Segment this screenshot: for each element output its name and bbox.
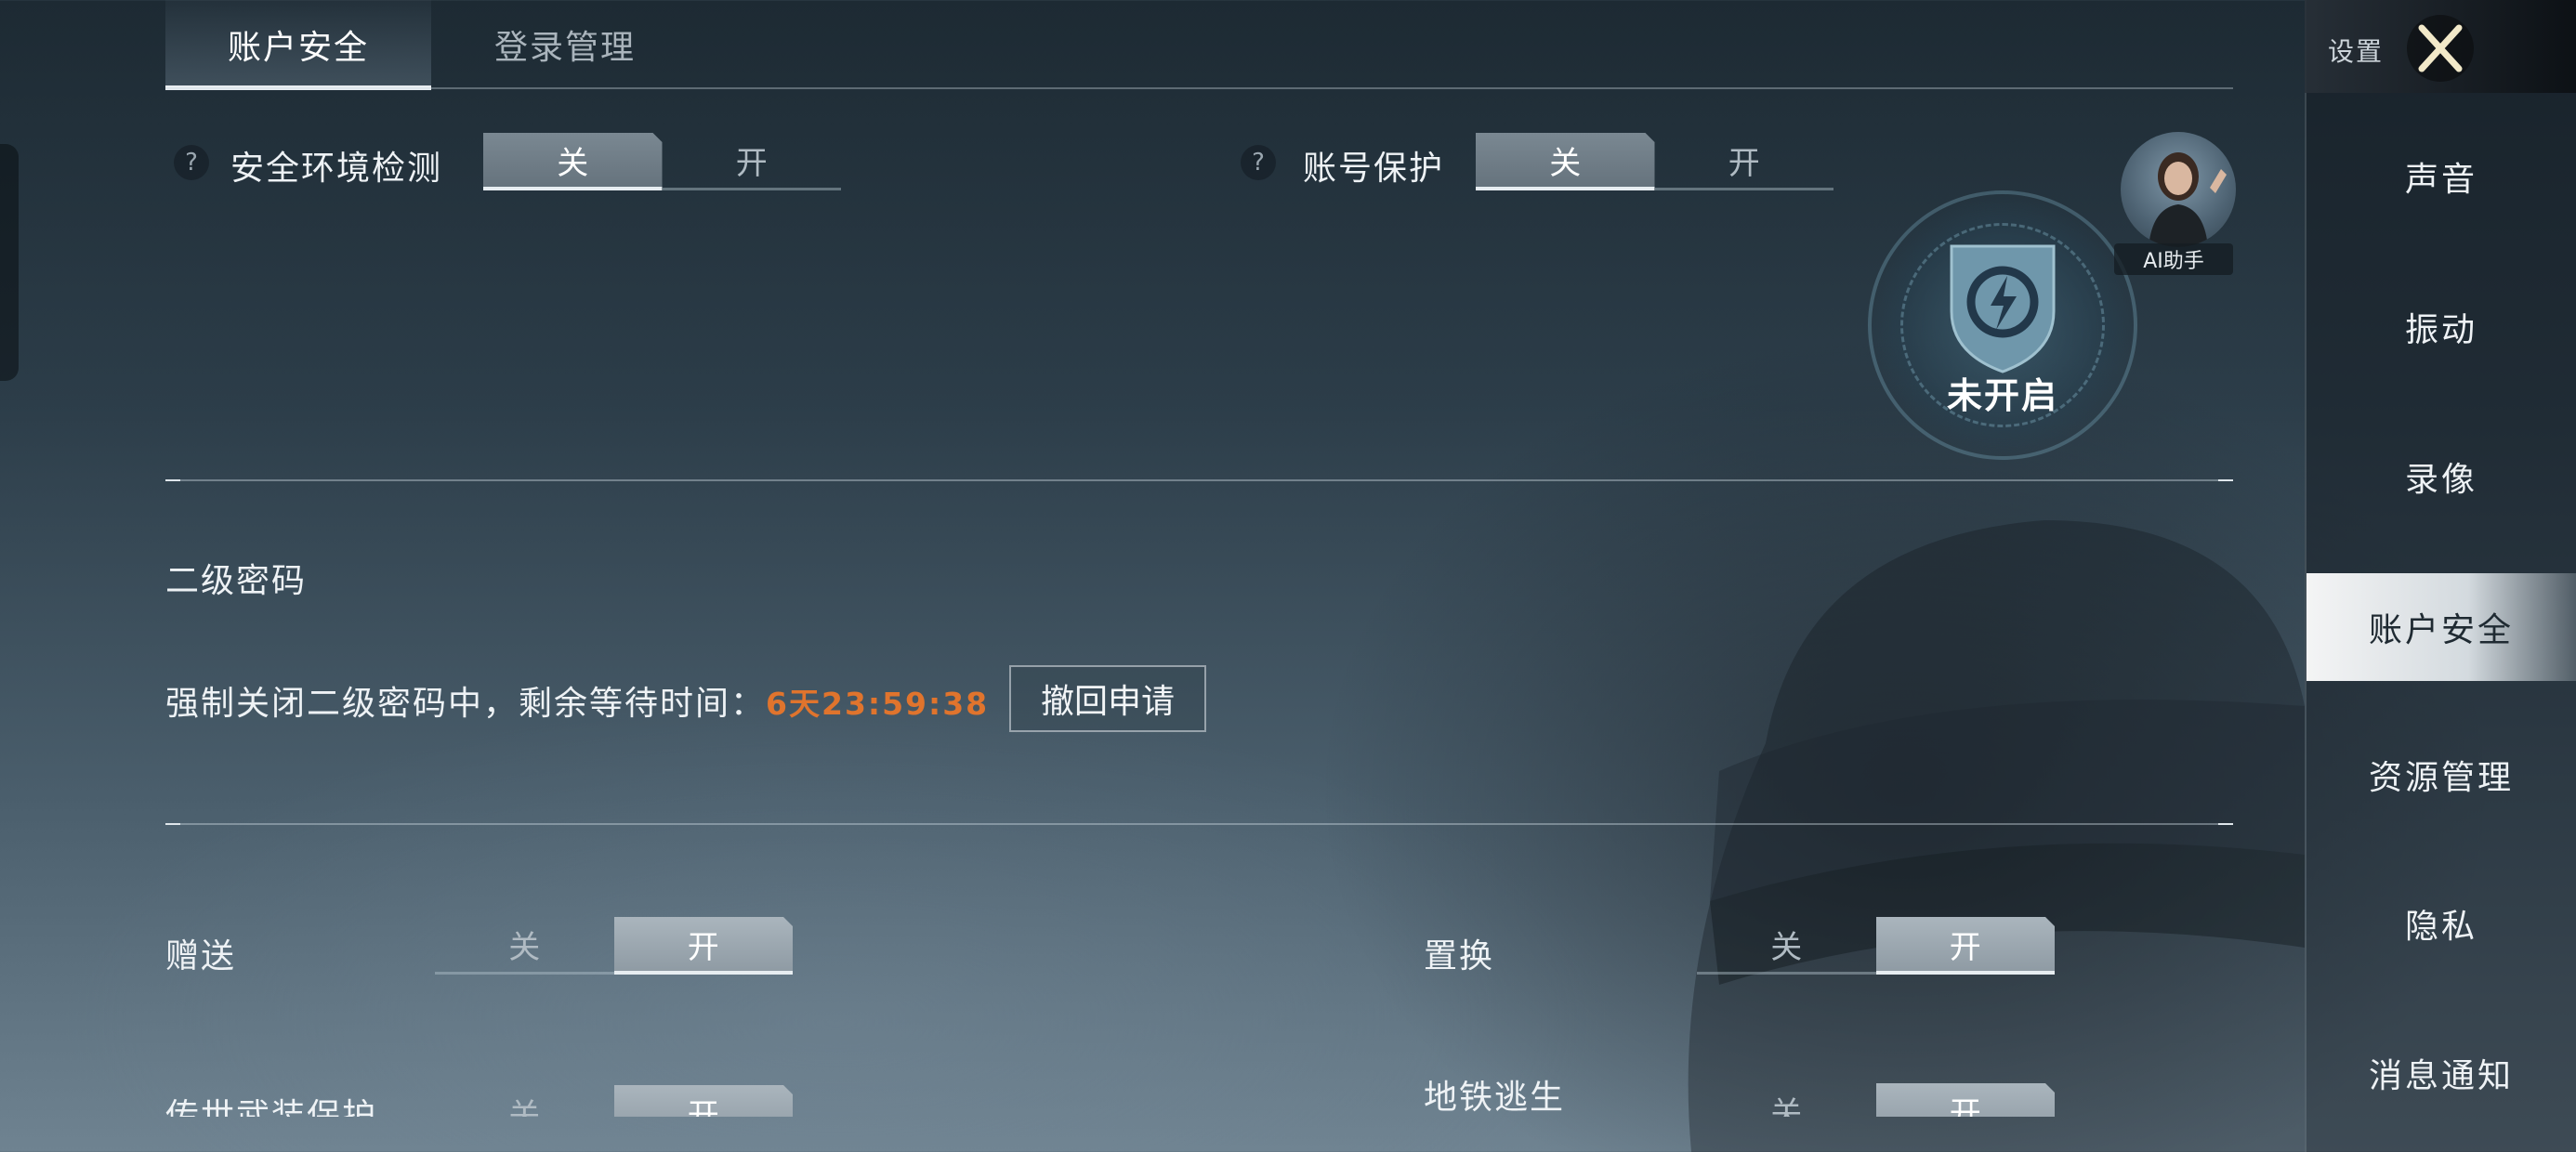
legacy-gear-protect-toggle: 关 开 <box>435 1085 793 1117</box>
left-edge-handle <box>0 144 19 381</box>
shield-status-text: 未开启 <box>1946 375 2058 416</box>
account-protect-off-option[interactable]: 关 <box>1476 133 1655 190</box>
sidebar-item-notifications[interactable]: 消息通知 <box>2307 1019 2576 1127</box>
gift-on-option[interactable]: 开 <box>614 917 794 975</box>
security-env-label: 安全环境检测 <box>230 150 443 188</box>
tab-account-security[interactable]: 账户安全 <box>165 0 431 89</box>
account-protect-toggle: 关 开 <box>1476 133 1833 190</box>
security-env-off-option[interactable]: 关 <box>483 133 663 190</box>
legacy-gear-protect-label: 传世武装保护 <box>165 1097 378 1117</box>
close-icon <box>2418 24 2463 72</box>
exchange-toggle: 关 开 <box>1697 917 2055 975</box>
account-protect-on-option[interactable]: 开 <box>1654 133 1833 190</box>
ai-assistant-label: AI助手 <box>2114 243 2233 275</box>
second-password-message-text: 强制关闭二级密码中，剩余等待时间： <box>165 685 767 723</box>
legacy-gear-protect-on-option[interactable]: 开 <box>614 1085 794 1117</box>
exchange-off-option[interactable]: 关 <box>1697 917 1876 975</box>
sidebar-item-vibration[interactable]: 振动 <box>2307 273 2576 381</box>
section-divider <box>165 823 2233 825</box>
exchange-on-option[interactable]: 开 <box>1876 917 2056 975</box>
metro-escape-label: 地铁逃生 <box>1424 1079 1566 1117</box>
exchange-label: 置换 <box>1424 937 1495 975</box>
gift-label: 赠送 <box>165 937 237 975</box>
background-helmet-art <box>1688 520 2305 1152</box>
sidebar-item-sound[interactable]: 声音 <box>2307 123 2576 230</box>
legacy-gear-protect-off-option[interactable]: 关 <box>435 1085 614 1117</box>
sidebar-item-account-security[interactable]: 账户安全 <box>2307 573 2576 681</box>
second-password-message: 强制关闭二级密码中，剩余等待时间：6天23:59:38 <box>165 676 989 725</box>
countdown-timer: 6天23:59:38 <box>766 686 990 722</box>
help-icon[interactable]: ? <box>1241 145 1276 180</box>
security-env-on-option[interactable]: 开 <box>662 133 841 190</box>
settings-title: 设置 <box>2328 36 2385 67</box>
tab-login-management[interactable]: 登录管理 <box>444 0 686 89</box>
close-button[interactable] <box>2407 15 2474 82</box>
sidebar-item-recording[interactable]: 录像 <box>2307 423 2576 530</box>
account-protect-label: 账号保护 <box>1303 150 1445 188</box>
sidebar-item-privacy[interactable]: 隐私 <box>2307 870 2576 977</box>
tabs-divider <box>165 87 2233 89</box>
revoke-request-button[interactable]: 撤回申请 <box>1009 665 1206 732</box>
gift-toggle: 关 开 <box>435 917 793 975</box>
second-password-title: 二级密码 <box>165 562 308 600</box>
section-divider <box>165 479 2233 481</box>
assistant-character-icon <box>2149 152 2227 247</box>
shield-lightning-icon <box>1950 244 2056 373</box>
gift-off-option[interactable]: 关 <box>435 917 614 975</box>
help-icon[interactable]: ? <box>174 145 209 180</box>
sidebar-item-resource-management[interactable]: 资源管理 <box>2307 721 2576 829</box>
security-env-toggle: 关 开 <box>483 133 841 190</box>
ai-assistant-avatar[interactable] <box>2121 132 2236 247</box>
